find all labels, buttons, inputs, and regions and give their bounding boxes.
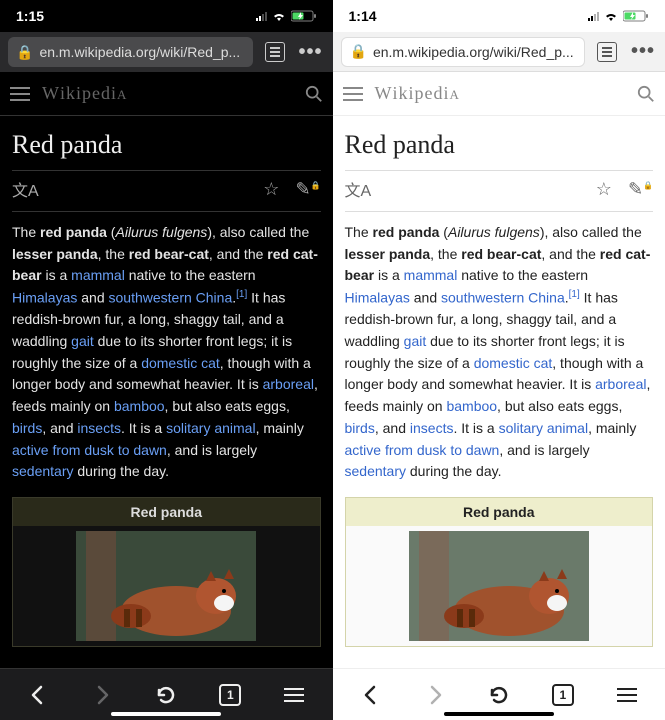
status-icons bbox=[588, 10, 649, 22]
red-panda-illustration bbox=[409, 531, 589, 641]
search-icon[interactable] bbox=[305, 85, 323, 103]
wiki-header: Wikipedia bbox=[333, 72, 665, 116]
back-button[interactable] bbox=[351, 675, 391, 715]
reload-button[interactable] bbox=[479, 675, 519, 715]
watchlist-star-icon[interactable]: ☆ bbox=[596, 179, 612, 200]
status-time: 1:14 bbox=[349, 8, 377, 24]
browser-menu-button[interactable] bbox=[607, 675, 647, 715]
infobox: Red panda bbox=[345, 497, 654, 647]
link-domestic-cat[interactable]: domestic cat bbox=[474, 355, 553, 371]
search-icon[interactable] bbox=[637, 85, 655, 103]
phone-dark: 1:15 🔒 en.m.wikipedia.org/wiki/Red_p... … bbox=[0, 0, 333, 720]
status-bar: 1:14 bbox=[333, 0, 665, 32]
link-domestic-cat[interactable]: domestic cat bbox=[141, 355, 220, 371]
lead-paragraph: The red panda (Ailurus fulgens), also ca… bbox=[345, 222, 654, 483]
language-icon[interactable]: 文A bbox=[12, 177, 39, 201]
language-icon[interactable]: 文A bbox=[345, 177, 372, 201]
url-field[interactable]: 🔒 en.m.wikipedia.org/wiki/Red_p... bbox=[8, 37, 253, 67]
browser-menu-button[interactable] bbox=[274, 675, 314, 715]
battery-icon bbox=[623, 10, 649, 22]
more-menu-button[interactable]: ••• bbox=[297, 38, 325, 66]
link-gait[interactable]: gait bbox=[71, 333, 94, 349]
article-toolbar: 文A ☆ ✎🔒 bbox=[12, 170, 321, 212]
link-bamboo[interactable]: bamboo bbox=[446, 398, 497, 414]
tab-count: 1 bbox=[552, 684, 574, 706]
lock-icon: 🔒 bbox=[350, 43, 367, 60]
link-sedentary[interactable]: sedentary bbox=[345, 463, 406, 479]
page-title: Red panda bbox=[345, 130, 654, 160]
link-himalayas[interactable]: Himalayas bbox=[345, 290, 410, 306]
url-text: en.m.wikipedia.org/wiki/Red_p... bbox=[373, 44, 574, 60]
url-text: en.m.wikipedia.org/wiki/Red_p... bbox=[39, 44, 240, 60]
home-indicator[interactable] bbox=[444, 712, 554, 716]
battery-icon bbox=[291, 10, 317, 22]
lead-paragraph: The red panda (Ailurus fulgens), also ca… bbox=[12, 222, 321, 483]
hamburger-menu-icon[interactable] bbox=[10, 87, 30, 101]
link-bamboo[interactable]: bamboo bbox=[114, 398, 165, 414]
status-time: 1:15 bbox=[16, 8, 44, 24]
link-gait[interactable]: gait bbox=[404, 333, 427, 349]
link-mammal[interactable]: mammal bbox=[404, 267, 458, 283]
red-panda-illustration bbox=[76, 531, 256, 641]
address-bar: 🔒 en.m.wikipedia.org/wiki/Red_p... ••• bbox=[333, 32, 665, 72]
tab-count: 1 bbox=[219, 684, 241, 706]
link-birds[interactable]: birds bbox=[345, 420, 375, 436]
status-icons bbox=[256, 10, 317, 22]
infobox-title: Red panda bbox=[346, 498, 653, 526]
cellular-signal-icon bbox=[588, 11, 599, 21]
link-himalayas[interactable]: Himalayas bbox=[12, 290, 77, 306]
link-crepuscular[interactable]: active from dusk to dawn bbox=[12, 442, 167, 458]
infobox-title: Red panda bbox=[13, 498, 320, 526]
article-content: Red panda 文A ☆ ✎🔒 The red panda (Ailurus… bbox=[0, 116, 333, 668]
edit-locked-icon[interactable]: ✎🔒 bbox=[628, 179, 653, 200]
ref-1[interactable]: [1] bbox=[569, 289, 580, 300]
forward-button[interactable] bbox=[415, 675, 455, 715]
page-title: Red panda bbox=[12, 130, 321, 160]
reader-mode-button[interactable] bbox=[593, 38, 621, 66]
article-content: Red panda 文A ☆ ✎🔒 The red panda (Ailurus… bbox=[333, 116, 665, 668]
edit-locked-icon[interactable]: ✎🔒 bbox=[295, 179, 320, 200]
wifi-icon bbox=[271, 10, 287, 22]
link-arboreal[interactable]: arboreal bbox=[595, 376, 646, 392]
tabs-button[interactable]: 1 bbox=[543, 675, 583, 715]
link-solitary[interactable]: solitary animal bbox=[166, 420, 255, 436]
link-insects[interactable]: insects bbox=[410, 420, 454, 436]
infobox-image[interactable] bbox=[13, 526, 320, 646]
reload-button[interactable] bbox=[146, 675, 186, 715]
url-field[interactable]: 🔒 en.m.wikipedia.org/wiki/Red_p... bbox=[341, 37, 586, 67]
link-sw-china[interactable]: southwestern China bbox=[109, 290, 233, 306]
link-birds[interactable]: birds bbox=[12, 420, 42, 436]
forward-button[interactable] bbox=[82, 675, 122, 715]
wikipedia-logo[interactable]: Wikipedia bbox=[375, 83, 626, 104]
phone-light: 1:14 🔒 en.m.wikipedia.org/wiki/Red_p... … bbox=[333, 0, 665, 720]
more-menu-button[interactable]: ••• bbox=[629, 38, 657, 66]
address-bar: 🔒 en.m.wikipedia.org/wiki/Red_p... ••• bbox=[0, 32, 333, 72]
link-sw-china[interactable]: southwestern China bbox=[441, 290, 565, 306]
wikipedia-logo[interactable]: Wikipedia bbox=[42, 83, 293, 104]
reader-mode-button[interactable] bbox=[261, 38, 289, 66]
tabs-button[interactable]: 1 bbox=[210, 675, 250, 715]
article-toolbar: 文A ☆ ✎🔒 bbox=[345, 170, 654, 212]
infobox-image[interactable] bbox=[346, 526, 653, 646]
cellular-signal-icon bbox=[256, 11, 267, 21]
link-solitary[interactable]: solitary animal bbox=[499, 420, 588, 436]
back-button[interactable] bbox=[18, 675, 58, 715]
wifi-icon bbox=[603, 10, 619, 22]
lock-icon: 🔒 bbox=[16, 44, 33, 61]
wiki-header: Wikipedia bbox=[0, 72, 333, 116]
ref-1[interactable]: [1] bbox=[236, 289, 247, 300]
link-arboreal[interactable]: arboreal bbox=[263, 376, 314, 392]
link-sedentary[interactable]: sedentary bbox=[12, 463, 73, 479]
infobox: Red panda bbox=[12, 497, 321, 647]
link-crepuscular[interactable]: active from dusk to dawn bbox=[345, 442, 500, 458]
link-insects[interactable]: insects bbox=[77, 420, 121, 436]
watchlist-star-icon[interactable]: ☆ bbox=[263, 179, 279, 200]
status-bar: 1:15 bbox=[0, 0, 333, 32]
home-indicator[interactable] bbox=[111, 712, 221, 716]
hamburger-menu-icon[interactable] bbox=[343, 87, 363, 101]
link-mammal[interactable]: mammal bbox=[71, 267, 125, 283]
